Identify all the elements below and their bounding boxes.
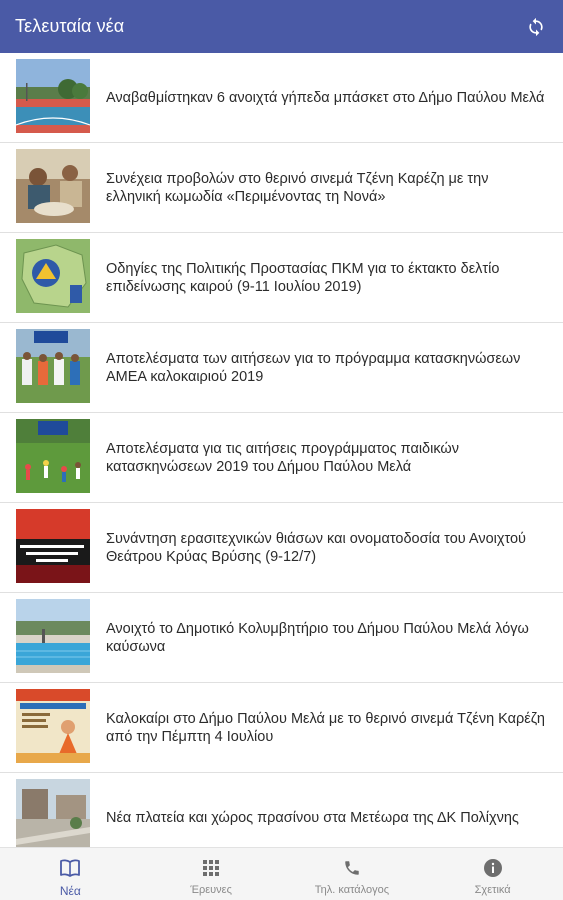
info-icon bbox=[483, 857, 503, 879]
news-item[interactable]: Αποτελέσματα των αιτήσεων για το πρόγραμ… bbox=[0, 323, 563, 413]
page-title: Τελευταία νέα bbox=[15, 16, 125, 36]
news-headline: Αποτελέσματα για τις αιτήσεις προγράμματ… bbox=[106, 441, 459, 475]
news-headline: Συνάντηση ερασιτεχνικών θιάσων και ονομα… bbox=[106, 531, 526, 565]
news-thumbnail bbox=[16, 239, 90, 313]
nav-label: Σχετικά bbox=[474, 884, 511, 896]
news-headline: Νέα πλατεία και χώρος πρασίνου στα Μετέω… bbox=[106, 810, 519, 826]
news-item[interactable]: Συνάντηση ερασιτεχνικών θιάσων και ονομα… bbox=[0, 503, 563, 593]
news-item[interactable]: Συνέχεια προβολών στο θερινό σινεμά Τζέν… bbox=[0, 143, 563, 233]
news-headline: Αποτελέσματα των αιτήσεων για το πρόγραμ… bbox=[106, 351, 521, 385]
news-thumbnail bbox=[16, 779, 90, 847]
news-thumbnail bbox=[16, 149, 90, 223]
grid-icon bbox=[203, 857, 220, 879]
news-list: Αναβαθμίστηκαν 6 ανοιχτά γήπεδα μπάσκετ … bbox=[0, 53, 563, 847]
news-thumbnail bbox=[16, 419, 90, 493]
news-headline: Αναβαθμίστηκαν 6 ανοιχτά γήπεδα μπάσκετ … bbox=[106, 90, 545, 106]
news-headline: Συνέχεια προβολών στο θερινό σινεμά Τζέν… bbox=[106, 171, 489, 205]
nav-tab-surveys[interactable]: Έρευνες bbox=[141, 848, 282, 900]
nav-tab-phone-directory[interactable]: Τηλ. κατάλογος bbox=[282, 848, 423, 900]
nav-tab-news[interactable]: Νέα bbox=[0, 848, 141, 900]
news-item[interactable]: Αποτελέσματα για τις αιτήσεις προγράμματ… bbox=[0, 413, 563, 503]
news-headline: Καλοκαίρι στο Δήμο Παύλου Μελά με το θερ… bbox=[106, 711, 545, 745]
news-item[interactable]: Νέα πλατεία και χώρος πρασίνου στα Μετέω… bbox=[0, 773, 563, 847]
refresh-icon[interactable] bbox=[521, 12, 551, 42]
news-headline: Ανοιχτό το Δημοτικό Κολυμβητήριο του Δήμ… bbox=[106, 621, 529, 655]
news-item[interactable]: Αναβαθμίστηκαν 6 ανοιχτά γήπεδα μπάσκετ … bbox=[0, 53, 563, 143]
nav-label: Έρευνες bbox=[190, 884, 232, 896]
nav-label: Τηλ. κατάλογος bbox=[314, 884, 390, 896]
news-thumbnail bbox=[16, 599, 90, 673]
bottom-navigation: Νέα Έρευνες Τηλ. κατάλογος Σχετικά bbox=[0, 847, 563, 900]
news-item[interactable]: Καλοκαίρι στο Δήμο Παύλου Μελά με το θερ… bbox=[0, 683, 563, 773]
book-icon bbox=[59, 857, 81, 879]
news-thumbnail bbox=[16, 509, 90, 583]
app-bar: Τελευταία νέα bbox=[0, 0, 563, 53]
news-thumbnail bbox=[16, 689, 90, 763]
nav-label: Νέα bbox=[59, 884, 81, 898]
news-item[interactable]: Ανοιχτό το Δημοτικό Κολυμβητήριο του Δήμ… bbox=[0, 593, 563, 683]
phone-icon bbox=[343, 857, 361, 879]
news-thumbnail bbox=[16, 59, 90, 133]
news-headline: Οδηγίες της Πολιτικής Προστασίας ΠΚΜ για… bbox=[106, 261, 500, 295]
news-item[interactable]: Οδηγίες της Πολιτικής Προστασίας ΠΚΜ για… bbox=[0, 233, 563, 323]
nav-tab-about[interactable]: Σχετικά bbox=[422, 848, 563, 900]
news-thumbnail bbox=[16, 329, 90, 403]
